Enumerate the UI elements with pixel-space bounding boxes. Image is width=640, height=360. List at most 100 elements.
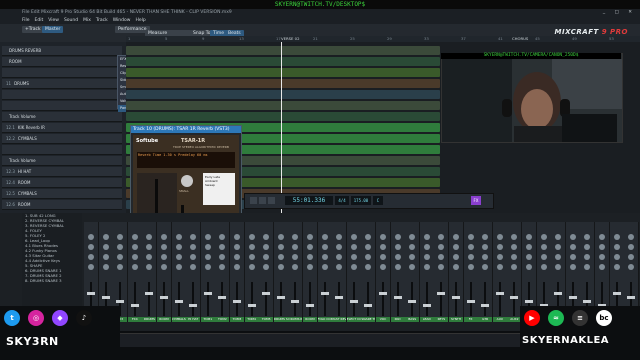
menu-item[interactable]: Edit bbox=[35, 18, 44, 23]
channel-knob[interactable] bbox=[569, 244, 576, 250]
track-header[interactable]: ROOM bbox=[2, 57, 122, 67]
mixer-channel-strip[interactable]: PAD bbox=[390, 222, 406, 322]
channel-fader[interactable] bbox=[554, 292, 563, 295]
channel-knob[interactable] bbox=[467, 234, 474, 240]
channel-knob[interactable] bbox=[365, 254, 372, 260]
channel-knob[interactable] bbox=[511, 264, 518, 270]
channel-knob[interactable] bbox=[511, 244, 518, 250]
menu-item[interactable]: Mix bbox=[83, 18, 91, 23]
channel-knob[interactable] bbox=[292, 244, 299, 250]
track-header[interactable]: DRUMS REVERB bbox=[2, 46, 122, 56]
channel-knob[interactable] bbox=[628, 234, 635, 240]
channel-knob[interactable] bbox=[496, 264, 503, 270]
channel-knob[interactable] bbox=[380, 254, 386, 260]
channel-knob[interactable] bbox=[248, 264, 255, 270]
channel-knob[interactable] bbox=[496, 254, 503, 260]
channel-knob[interactable] bbox=[423, 244, 430, 250]
channel-knob[interactable] bbox=[219, 254, 226, 260]
track-header[interactable]: 12.2 CYMBALS bbox=[2, 134, 122, 144]
channel-knob[interactable] bbox=[380, 244, 386, 250]
mixer-channel-strip[interactable]: FX4 bbox=[127, 222, 143, 322]
channel-knob[interactable] bbox=[496, 234, 503, 240]
mixer-channel-strip[interactable]: ELECT COMP PARA bbox=[346, 222, 362, 322]
channel-fader[interactable] bbox=[87, 292, 95, 295]
track-header[interactable]: 12.5 CYMBALS bbox=[2, 189, 122, 199]
channel-fader[interactable] bbox=[379, 292, 387, 295]
menu-item[interactable]: Help bbox=[135, 18, 145, 23]
mixer-channel-strip[interactable]: SNARE TR bbox=[361, 222, 377, 322]
menu-item[interactable]: Track bbox=[96, 18, 108, 23]
channel-knob[interactable] bbox=[540, 264, 547, 270]
channel-fader[interactable] bbox=[568, 296, 577, 299]
channel-knob[interactable] bbox=[613, 254, 620, 260]
channel-knob[interactable] bbox=[409, 234, 416, 240]
channel-knob[interactable] bbox=[467, 244, 474, 250]
channel-knob[interactable] bbox=[555, 234, 562, 240]
channel-knob[interactable] bbox=[248, 254, 255, 260]
channel-knob[interactable] bbox=[321, 234, 328, 240]
menu-item[interactable]: File bbox=[22, 18, 30, 23]
mixer-channel-strip[interactable]: KEYS bbox=[434, 222, 450, 322]
mixer-channel-strip[interactable]: ROOM bbox=[303, 222, 318, 322]
track-header[interactable]: Track Volume bbox=[2, 156, 122, 166]
channel-knob[interactable] bbox=[190, 244, 197, 250]
channel-knob[interactable] bbox=[234, 234, 240, 240]
channel-knob[interactable] bbox=[204, 234, 211, 240]
mixer-channel-strip[interactable]: TOM4 bbox=[244, 222, 260, 322]
channel-knob[interactable] bbox=[277, 254, 284, 260]
channel-fader[interactable] bbox=[583, 300, 592, 303]
mixer-channel-strip[interactable]: GTR bbox=[478, 222, 494, 322]
channel-fader[interactable] bbox=[437, 292, 446, 295]
channel-knob[interactable] bbox=[613, 234, 620, 240]
channel-knob[interactable] bbox=[423, 254, 430, 260]
channel-knob[interactable] bbox=[175, 244, 182, 250]
channel-knob[interactable] bbox=[394, 254, 401, 260]
channel-fader[interactable] bbox=[612, 292, 621, 295]
channel-fader[interactable] bbox=[203, 292, 212, 295]
channel-fader[interactable] bbox=[218, 296, 227, 299]
audio-clip[interactable] bbox=[126, 90, 440, 99]
channel-knob[interactable] bbox=[350, 254, 357, 260]
channel-fader[interactable] bbox=[189, 304, 198, 307]
channel-fader[interactable] bbox=[174, 300, 183, 303]
track-header[interactable] bbox=[2, 145, 122, 155]
channel-knob[interactable] bbox=[526, 234, 532, 240]
channel-knob[interactable] bbox=[540, 244, 547, 250]
chorus-marker[interactable]: CHORUS bbox=[512, 36, 528, 41]
channel-knob[interactable] bbox=[263, 264, 270, 270]
channel-knob[interactable] bbox=[350, 234, 357, 240]
mixer-channel-strip[interactable]: TOM1 bbox=[200, 222, 216, 322]
channel-fader[interactable] bbox=[247, 304, 256, 307]
channel-fader[interactable] bbox=[233, 300, 241, 303]
channel-knob[interactable] bbox=[219, 244, 226, 250]
mixer-channel-strip[interactable]: BASS bbox=[405, 222, 421, 322]
channel-fader[interactable] bbox=[116, 300, 125, 303]
channel-knob[interactable] bbox=[613, 264, 620, 270]
mixer-channel-strip[interactable]: DRUMS SNARE bbox=[273, 222, 289, 322]
channel-knob[interactable] bbox=[482, 254, 489, 260]
stop-icon[interactable] bbox=[268, 197, 275, 204]
channel-knob[interactable] bbox=[204, 254, 211, 260]
track-header[interactable]: 12.4 ROOM bbox=[2, 178, 122, 188]
channel-knob[interactable] bbox=[453, 244, 459, 250]
channel-knob[interactable] bbox=[175, 254, 182, 260]
channel-fader[interactable] bbox=[291, 300, 300, 303]
channel-knob[interactable] bbox=[599, 264, 605, 270]
fx-button[interactable]: FX bbox=[471, 196, 481, 205]
channel-knob[interactable] bbox=[526, 254, 532, 260]
menu-item[interactable]: View bbox=[48, 18, 59, 23]
channel-knob[interactable] bbox=[117, 234, 124, 240]
mixer-channel-strip[interactable]: AUX bbox=[492, 222, 508, 322]
browser-item[interactable]: 8. DRUMS SNARE 3 bbox=[22, 278, 82, 283]
channel-knob[interactable] bbox=[277, 244, 284, 250]
channel-knob[interactable] bbox=[569, 264, 576, 270]
channel-knob[interactable] bbox=[321, 254, 328, 260]
channel-knob[interactable] bbox=[540, 254, 547, 260]
audio-clip[interactable] bbox=[126, 112, 440, 121]
channel-knob[interactable] bbox=[307, 254, 313, 260]
channel-knob[interactable] bbox=[336, 244, 343, 250]
mixer-channel-strip[interactable]: HI HAT bbox=[186, 222, 202, 322]
channel-knob[interactable] bbox=[467, 254, 474, 260]
channel-knob[interactable] bbox=[482, 244, 489, 250]
track-header[interactable]: 11 DRUMS bbox=[2, 79, 122, 89]
